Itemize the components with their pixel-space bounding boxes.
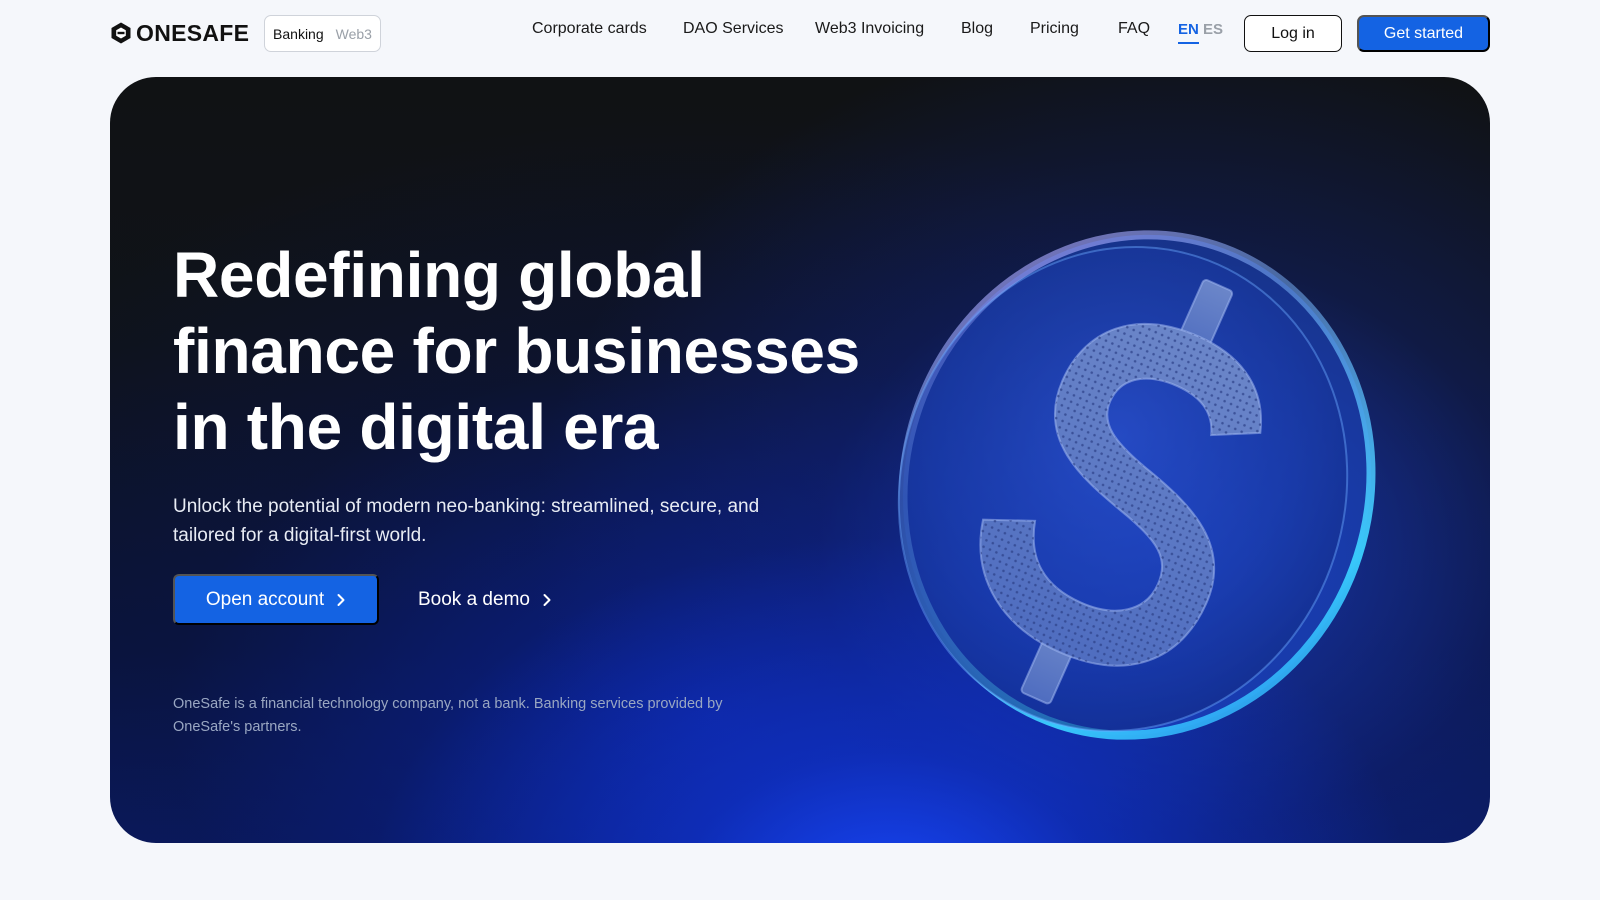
- nav-pricing[interactable]: Pricing: [1030, 20, 1079, 38]
- language-es[interactable]: ES: [1203, 21, 1223, 38]
- login-button[interactable]: Log in: [1244, 15, 1342, 52]
- book-demo-link[interactable]: Book a demo: [418, 574, 552, 625]
- nav-blog[interactable]: Blog: [961, 20, 993, 38]
- hero-subtitle: Unlock the potential of modern neo-banki…: [173, 496, 760, 546]
- brand-name: ONESAFE: [136, 19, 250, 46]
- chevron-right-icon: [337, 593, 345, 606]
- hero-title-line: in the digital era: [173, 391, 659, 463]
- nav-faq[interactable]: FAQ: [1118, 20, 1150, 38]
- hero-title-line: finance for businesses: [173, 315, 860, 387]
- mode-banking[interactable]: Banking: [273, 26, 324, 42]
- chevron-right-icon: [543, 593, 551, 606]
- legal-disclaimer: OneSafe is a financial technology compan…: [173, 696, 723, 735]
- open-account-button[interactable]: Open account: [173, 574, 379, 625]
- onesafe-logo-icon: [111, 22, 131, 44]
- site-header: ONESAFE Banking Web3 Corporate cards DAO…: [0, 0, 1600, 66]
- nav-web3-invoicing[interactable]: Web3 Invoicing: [815, 20, 924, 38]
- dollar-coin-icon: [897, 230, 1376, 740]
- language-en[interactable]: EN: [1178, 21, 1199, 44]
- nav-corporate-cards[interactable]: Corporate cards: [532, 20, 647, 38]
- hero-section: Redefining global finance for businesses…: [110, 77, 1490, 843]
- get-started-button[interactable]: Get started: [1357, 15, 1490, 52]
- book-demo-label: Book a demo: [418, 588, 530, 610]
- mode-web3[interactable]: Web3: [336, 26, 372, 42]
- hero-title: Redefining global finance for businesses…: [173, 237, 873, 465]
- brand-logo[interactable]: ONESAFE: [109, 18, 249, 48]
- open-account-label: Open account: [205, 588, 325, 610]
- product-mode-switch[interactable]: Banking Web3: [264, 15, 381, 52]
- hero-title-line: Redefining global: [173, 239, 705, 311]
- nav-dao-services[interactable]: DAO Services: [683, 20, 783, 38]
